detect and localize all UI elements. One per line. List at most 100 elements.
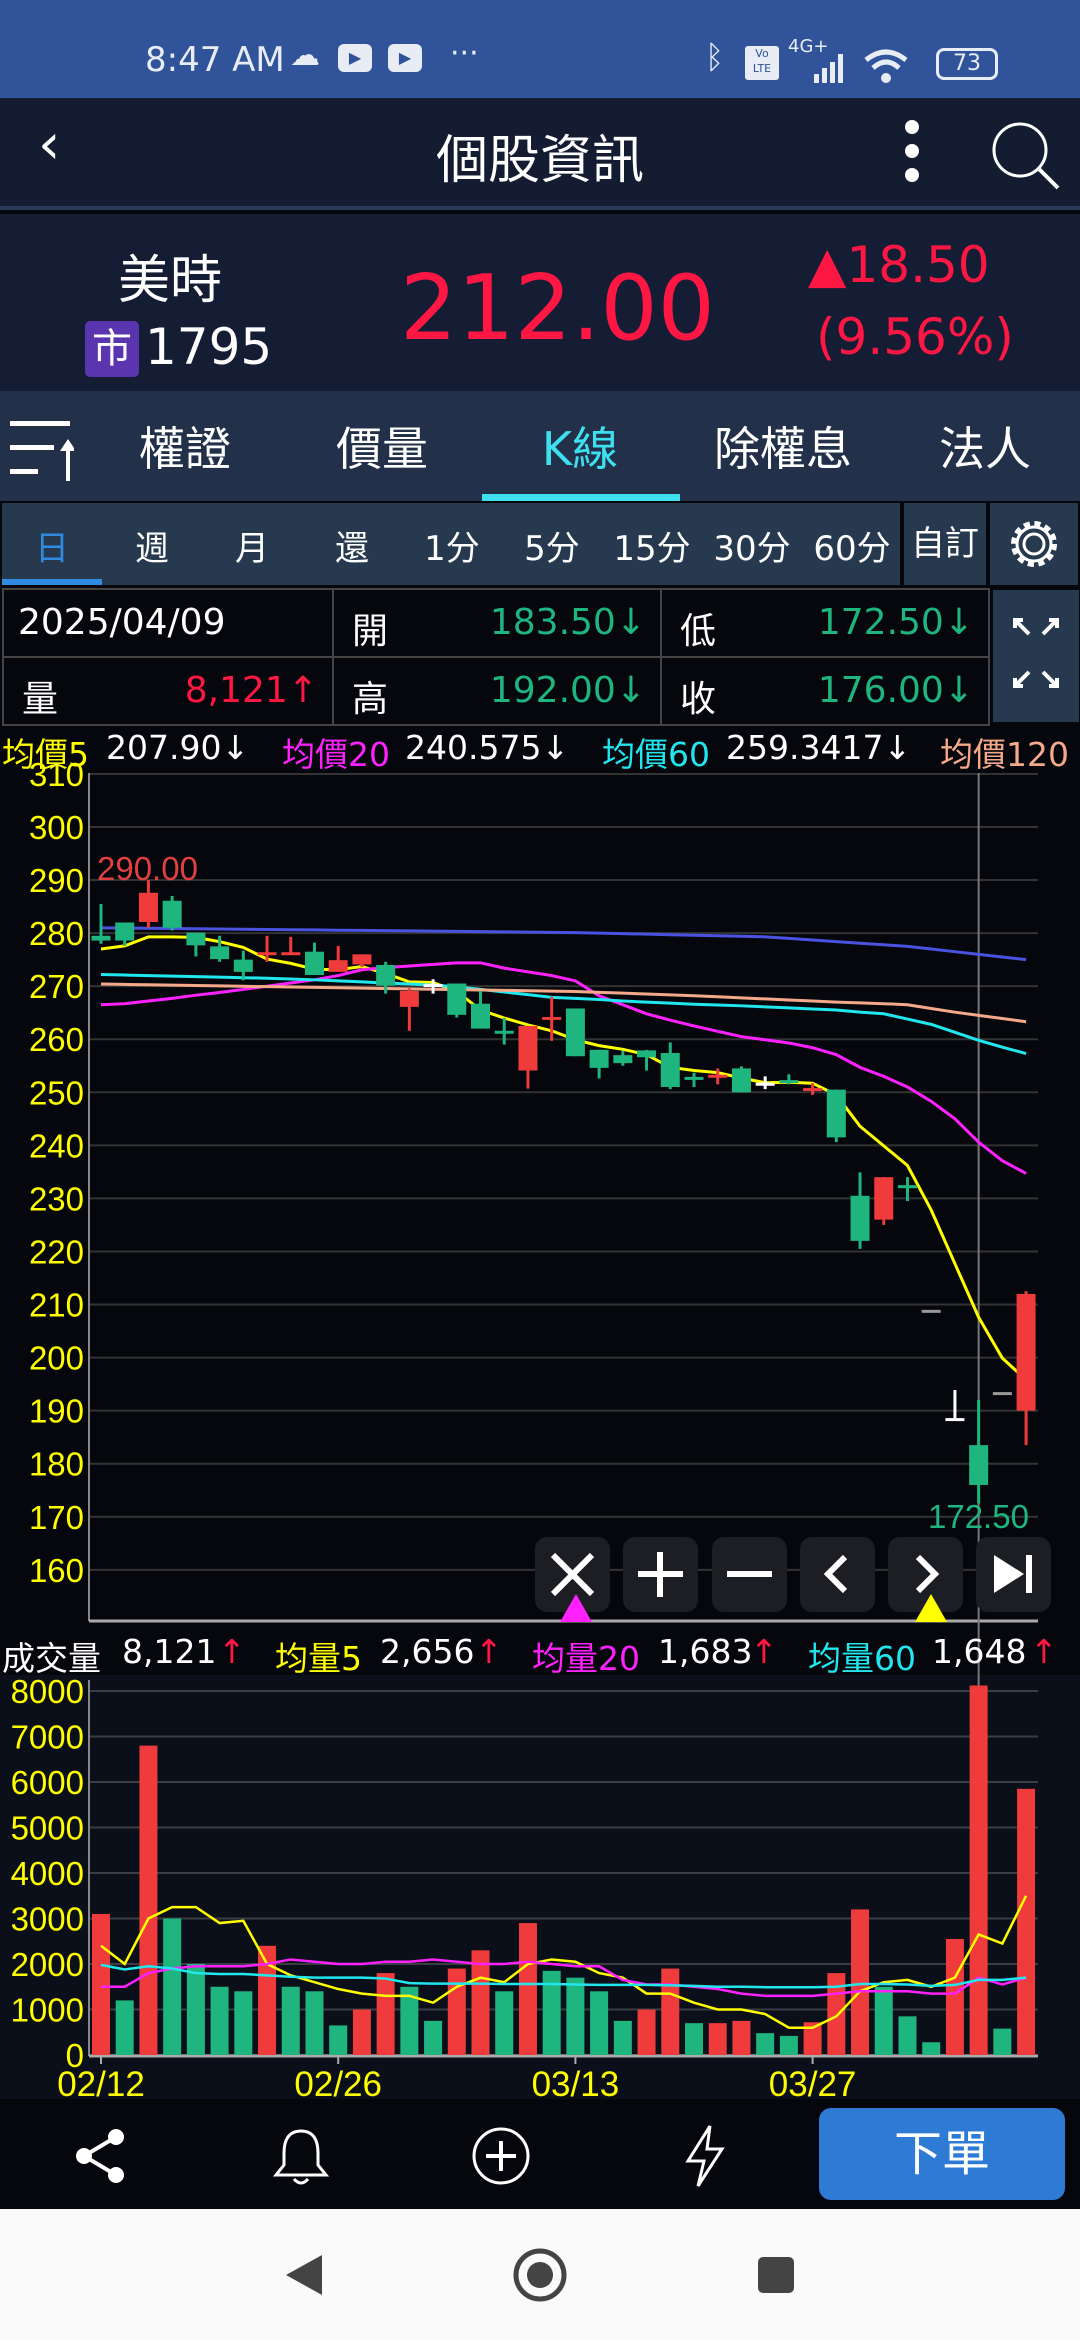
volume-bar [993, 2028, 1012, 2055]
candle-body [660, 1053, 680, 1087]
candle-body [565, 1008, 585, 1057]
candle-body [115, 922, 135, 941]
nav-home-icon[interactable] [512, 2247, 568, 2303]
zoom-in-button[interactable] [623, 1537, 698, 1612]
volume-bar [281, 1986, 300, 2055]
price-tick-label: 220 [29, 1233, 84, 1270]
date-tick-label: 02/26 [294, 2065, 382, 2099]
add-watchlist-icon[interactable] [470, 2125, 532, 2187]
candle-body [328, 960, 348, 972]
volume-tick-label: 1000 [11, 1992, 84, 2029]
share-icon[interactable] [72, 2127, 130, 2185]
volume-bar [376, 1973, 395, 2055]
candle-body [708, 1074, 728, 1078]
max-price-label: 290.00 [97, 850, 198, 887]
candle-body [162, 900, 182, 928]
candle-body [304, 951, 324, 976]
vol-ma60-value: 1,648 [932, 1632, 1027, 1671]
volume-panel-bg [0, 1675, 1080, 2099]
volume-bar [969, 1685, 988, 2055]
price-tick-label: 210 [29, 1287, 84, 1324]
candle-body [755, 1082, 775, 1086]
volume-bar [305, 1991, 324, 2055]
price-tick-label: 180 [29, 1446, 84, 1483]
volume-bar [139, 1745, 158, 2055]
volume-tick-label: 5000 [11, 1810, 84, 1847]
alert-bell-icon[interactable] [270, 2125, 332, 2187]
volume-bar [661, 1968, 680, 2055]
volume-bar [115, 2000, 134, 2055]
up-arrow-icon: ↑ [218, 1632, 246, 1671]
up-arrow-icon: ↑ [1030, 1632, 1058, 1671]
volume-legend-value: 8,121 [122, 1632, 217, 1671]
nav-recents-icon[interactable] [756, 2255, 796, 2295]
volume-bar [898, 2016, 917, 2055]
candle-body [423, 984, 443, 988]
volume-bar [922, 2042, 941, 2055]
volume-bar [708, 2023, 727, 2055]
candle-body [257, 952, 277, 956]
scroll-left-button[interactable] [800, 1537, 875, 1612]
price-tick-label: 160 [29, 1552, 84, 1589]
price-tick-label: 260 [29, 1021, 84, 1058]
price-tick-label: 280 [29, 915, 84, 952]
candle-body [897, 1185, 917, 1189]
jump-to-end-button[interactable] [976, 1537, 1051, 1612]
candle-body [352, 954, 372, 965]
up-arrow-icon: ↑ [750, 1632, 778, 1671]
candle-body [210, 946, 230, 960]
place-order-button[interactable]: 下單 [819, 2108, 1065, 2200]
vol-ma20-label: 均量20 [532, 1639, 640, 1678]
candle-body [731, 1068, 751, 1093]
candle-body [447, 983, 467, 1015]
candle-body [684, 1076, 704, 1080]
candle-body [281, 952, 301, 956]
price-tick-label: 310 [29, 756, 84, 793]
flash-order-icon[interactable] [680, 2123, 730, 2189]
vol-ma60-label: 均量60 [808, 1639, 916, 1678]
up-arrow-icon: ↑ [475, 1632, 503, 1671]
candle-body [494, 1030, 514, 1034]
volume-tick-label: 2000 [11, 1946, 84, 1983]
date-tick-label: 03/13 [532, 2065, 620, 2099]
candle-body [399, 990, 419, 1007]
date-tick-label: 02/12 [57, 2065, 145, 2099]
yellow-marker-icon [915, 1594, 947, 1622]
zoom-out-button[interactable] [712, 1537, 787, 1612]
volume-bar [210, 1986, 229, 2055]
price-tick-label: 250 [29, 1074, 84, 1111]
volume-bar [424, 2020, 443, 2055]
volume-bar [329, 2025, 348, 2055]
candle-body [803, 1088, 823, 1092]
volume-bar [756, 2033, 775, 2055]
candle-body [945, 1418, 965, 1422]
kline-chart[interactable]: 160 170 180 190 200 210 220 230 240 250 260 270 280 2… [0, 0, 1080, 2099]
volume-tick-label: 4000 [11, 1855, 84, 1892]
magenta-marker-icon [560, 1594, 592, 1622]
volume-bar [447, 1968, 466, 2055]
volume-bar [851, 1909, 870, 2055]
price-tick-label: 170 [29, 1499, 84, 1536]
candle-body [874, 1177, 894, 1220]
candle-body [471, 1003, 491, 1029]
candle-body [779, 1080, 799, 1084]
volume-bar [234, 1991, 253, 2055]
vol-ma5-value: 2,656 [380, 1632, 475, 1671]
vol-ma20-value: 1,683 [658, 1632, 753, 1671]
price-tick-label: 200 [29, 1340, 84, 1377]
system-nav-bar [0, 2209, 1080, 2340]
candle-body [542, 1016, 562, 1020]
nav-back-icon[interactable] [282, 2253, 326, 2297]
volume-tick-label: 3000 [11, 1901, 84, 1938]
volume-bar [685, 2023, 703, 2055]
candle-body [969, 1445, 989, 1485]
candle-body [850, 1195, 870, 1241]
volume-legend-label: 成交量 [2, 1639, 101, 1678]
candle-body [589, 1049, 609, 1068]
volume-bar [613, 2020, 632, 2055]
vol-ma5-label: 均量5 [275, 1639, 362, 1678]
candle-body [1016, 1293, 1036, 1411]
volume-bar [874, 1986, 893, 2055]
price-tick-label: 230 [29, 1180, 84, 1217]
volume-bar [945, 1938, 964, 2055]
